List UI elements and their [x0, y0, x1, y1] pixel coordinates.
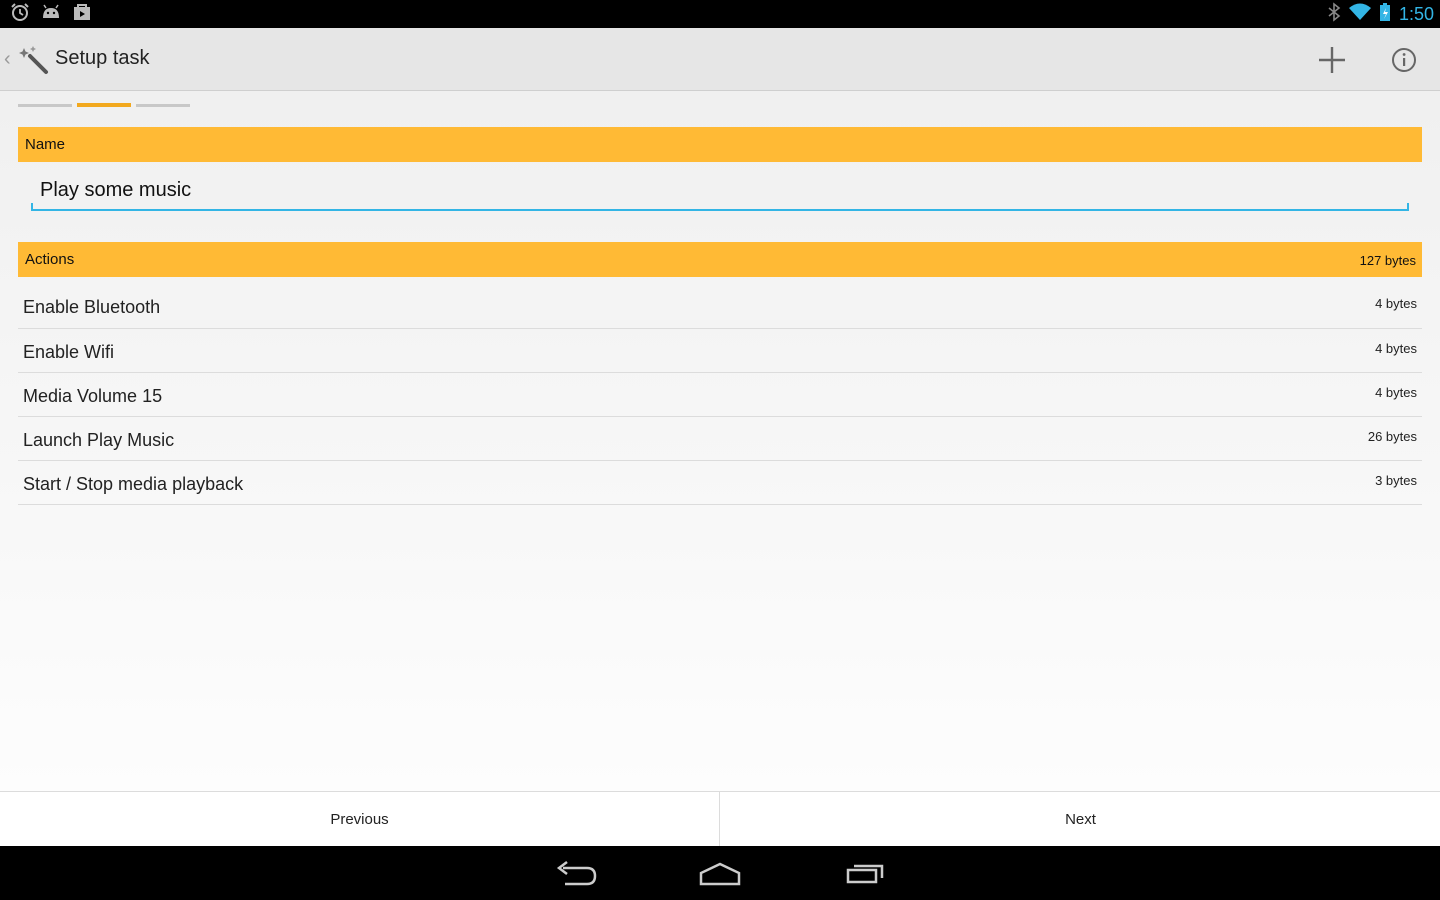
page-title: Setup task	[55, 47, 150, 69]
action-name: Enable Wifi	[23, 342, 115, 362]
status-bar: 1:50	[0, 0, 1440, 28]
action-size: 4 bytes	[1375, 341, 1417, 356]
wizard-step-active	[77, 103, 131, 107]
name-section-label: Name	[25, 136, 66, 153]
alarm-icon	[10, 2, 30, 27]
actions-section-header: Actions 127 bytes	[18, 242, 1422, 277]
input-underline-edge	[1407, 203, 1409, 211]
list-item[interactable]: Launch Play Music 26 bytes	[18, 417, 1422, 461]
up-chevron-icon[interactable]: ‹	[4, 48, 11, 71]
wizard-step-indicator	[18, 103, 190, 107]
actions-total-size: 127 bytes	[1359, 253, 1416, 268]
previous-button[interactable]: Previous	[0, 792, 719, 847]
action-list: Enable Bluetooth 4 bytes Enable Wifi 4 b…	[18, 277, 1422, 505]
button-divider	[719, 792, 720, 847]
action-size: 3 bytes	[1375, 473, 1417, 488]
shopping-bag-icon	[72, 2, 92, 27]
wizard-button-bar: Previous Next	[0, 791, 1440, 847]
action-name: Start / Stop media playback	[23, 474, 244, 494]
next-button[interactable]: Next	[721, 792, 1440, 847]
home-icon	[699, 862, 741, 886]
system-navigation-bar	[0, 846, 1440, 900]
list-item[interactable]: Enable Bluetooth 4 bytes	[18, 277, 1422, 329]
action-name: Media Volume 15	[23, 386, 163, 406]
wizard-step	[18, 104, 72, 107]
action-size: 4 bytes	[1375, 385, 1417, 400]
info-button[interactable]	[1382, 38, 1426, 82]
bluetooth-icon	[1327, 1, 1341, 27]
action-size: 26 bytes	[1367, 429, 1417, 444]
info-icon	[1392, 48, 1416, 72]
action-size: 4 bytes	[1375, 296, 1417, 311]
recent-apps-icon	[846, 864, 884, 884]
recent-apps-button[interactable]	[840, 858, 890, 888]
wifi-icon	[1348, 3, 1371, 26]
action-bar: ‹ Setup task	[0, 28, 1440, 91]
list-item[interactable]: Enable Wifi 4 bytes	[18, 329, 1422, 373]
home-button[interactable]	[695, 858, 745, 888]
name-section-header: Name	[18, 127, 1422, 162]
setup-task-content: Name Actions 127 bytes Enable Bluetooth …	[0, 91, 1440, 791]
list-item[interactable]: Start / Stop media playback 3 bytes	[18, 461, 1422, 505]
add-icon	[1319, 47, 1345, 73]
battery-charging-icon	[1379, 2, 1391, 27]
magic-wand-icon[interactable]	[18, 44, 48, 74]
wizard-step	[136, 104, 190, 107]
back-button[interactable]	[551, 858, 601, 888]
back-icon	[556, 861, 597, 886]
input-underline-edge	[31, 203, 33, 211]
list-item[interactable]: Media Volume 15 4 bytes	[18, 373, 1422, 417]
action-name: Launch Play Music	[23, 430, 175, 450]
android-icon	[40, 2, 62, 27]
add-button[interactable]	[1310, 38, 1354, 82]
status-clock: 1:50	[1398, 3, 1434, 24]
task-name-input[interactable]	[31, 171, 1409, 211]
actions-section-label: Actions	[25, 251, 75, 268]
action-name: Enable Bluetooth	[23, 297, 161, 317]
